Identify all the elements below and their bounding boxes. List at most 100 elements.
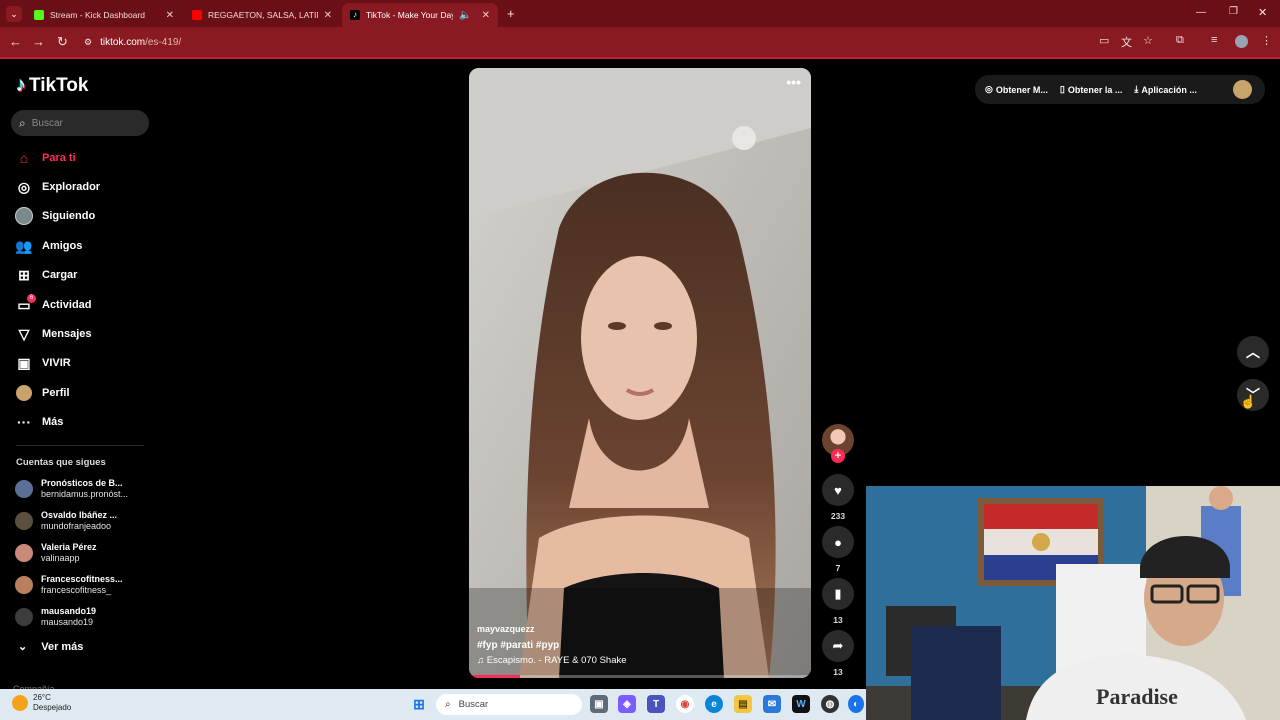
forward-icon[interactable]: → xyxy=(32,34,45,49)
nav-mas[interactable]: ··· Más xyxy=(15,411,63,433)
video-player[interactable]: ••• mayvazquezz #fyp #parati #pyp ♫ Esca… xyxy=(469,68,811,678)
tab-kick[interactable]: Stream - Kick Dashboard ✕ xyxy=(26,3,182,27)
windows-start-icon[interactable]: ⊞ xyxy=(410,695,428,713)
video-song[interactable]: ♫ Escapismo. - RAYE & 070 Shake xyxy=(477,655,627,666)
nav-amigos[interactable]: 👥 Amigos xyxy=(15,235,82,257)
activity-badge: 6 xyxy=(27,294,36,303)
edge-icon[interactable]: e xyxy=(705,695,723,713)
nav-cargar[interactable]: ⊞ Cargar xyxy=(15,264,77,286)
weather-widget[interactable]: 26°C Despejado xyxy=(12,693,71,713)
translate-icon[interactable]: 文 xyxy=(1121,34,1132,50)
coin-icon: ◎ xyxy=(985,84,993,94)
minimize-icon[interactable]: — xyxy=(1196,7,1206,18)
cast-icon[interactable]: ▭ xyxy=(1099,34,1109,47)
window-close-icon[interactable]: ✕ xyxy=(1258,6,1267,19)
share-button[interactable]: ➦ xyxy=(822,630,854,662)
user-avatar[interactable] xyxy=(1233,80,1252,99)
new-tab-button[interactable]: + xyxy=(507,6,515,21)
following-account[interactable]: Valeria Pérez valinaapp xyxy=(15,539,97,567)
video-more-options-icon[interactable]: ••• xyxy=(786,74,801,90)
top-action-label: Aplicación ... xyxy=(1141,84,1197,95)
sun-icon xyxy=(12,695,28,711)
tab-youtube[interactable]: REGGAETON, SALSA, LATIN HIT ✕ xyxy=(184,3,340,27)
nav-mensajes[interactable]: ▽ Mensajes xyxy=(15,323,92,345)
account-handle: valinaapp xyxy=(41,553,80,563)
avatar xyxy=(15,512,33,530)
close-icon[interactable]: ✕ xyxy=(482,10,490,21)
video-progress-bar[interactable] xyxy=(469,675,811,678)
teams-icon[interactable]: T xyxy=(647,695,665,713)
file-explorer-icon[interactable]: ▤ xyxy=(734,695,752,713)
get-coins-button[interactable]: ◎ Obtener M... xyxy=(985,84,1048,95)
avatar xyxy=(15,480,33,498)
previous-video-button[interactable]: ︿ xyxy=(1237,336,1269,368)
copilot-icon[interactable]: ◈ xyxy=(618,695,636,713)
avatar xyxy=(15,544,33,562)
comment-button[interactable]: ● xyxy=(822,526,854,558)
browser-icon[interactable]: ◐ xyxy=(848,695,864,713)
like-button[interactable]: ♥ xyxy=(822,474,854,506)
mail-icon[interactable]: ✉ xyxy=(763,695,781,713)
get-app-button[interactable]: ▯ Obtener la ... xyxy=(1060,84,1122,95)
account-handle: mundofranjeadoo xyxy=(41,521,112,531)
address-bar[interactable]: ⚙ tiktok.com/es-419/ xyxy=(84,33,1094,51)
following-account[interactable]: Pronósticos de B... bernidamus.pronóst... xyxy=(15,475,128,503)
nav-para-ti[interactable]: ⌂ Para ti xyxy=(15,147,76,169)
messages-icon: ▽ xyxy=(18,325,30,342)
save-button[interactable]: ▮ xyxy=(822,578,854,610)
account-name: Valeria Pérez xyxy=(41,542,97,552)
nav-label: Actividad xyxy=(42,299,92,311)
restore-icon[interactable]: ❐ xyxy=(1229,6,1238,17)
nav-label: Cargar xyxy=(42,269,78,281)
live-icon: ▣ xyxy=(17,354,31,371)
account-name: Francescofitness... xyxy=(41,574,123,584)
following-account[interactable]: Osvaldo Ibáñez ... mundofranjeadoo xyxy=(15,507,117,535)
site-info-icon[interactable]: ⚙ xyxy=(84,37,92,48)
account-handle: mausando19 xyxy=(41,617,94,627)
following-account[interactable]: mausando19 mausando19 xyxy=(15,603,96,631)
compass-icon: ◎ xyxy=(17,178,31,195)
tab-list-chevron-icon[interactable]: ⌄ xyxy=(6,6,22,22)
obs-icon[interactable]: ◍ xyxy=(821,695,839,713)
nav-siguiendo[interactable]: Siguiendo xyxy=(15,205,95,227)
nav-perfil[interactable]: Perfil xyxy=(15,382,70,404)
follow-plus-icon[interactable]: + xyxy=(831,449,845,463)
task-view-icon[interactable]: ▣ xyxy=(590,695,608,713)
tab-title: Stream - Kick Dashboard xyxy=(50,10,145,20)
tiktok-logo[interactable]: ♪ TikTok xyxy=(16,74,88,97)
bookmark-star-icon[interactable]: ☆ xyxy=(1143,34,1153,47)
tab-tiktok[interactable]: ♪ TikTok - Make Your Day 🔈 ✕ xyxy=(342,3,498,27)
see-more-button[interactable]: ⌄ Ver más xyxy=(18,640,83,654)
account-handle: bernidamus.pronóst... xyxy=(41,489,129,499)
menu-icon[interactable]: ⋮ xyxy=(1261,34,1272,47)
desktop-app-button[interactable]: ⤓ Aplicación ... xyxy=(1134,84,1197,95)
app-icon[interactable]: W xyxy=(792,695,810,713)
media-icon[interactable]: ≡ xyxy=(1211,34,1217,46)
taskbar-search-input[interactable]: ⌕ Buscar xyxy=(436,694,582,715)
nav-explorador[interactable]: ◎ Explorador xyxy=(15,176,100,198)
nav-vivir[interactable]: ▣ VIVIR xyxy=(15,352,70,374)
following-avatar-icon xyxy=(15,207,33,225)
video-username[interactable]: mayvazquezz xyxy=(477,624,535,634)
music-note-icon: ♫ xyxy=(477,655,487,666)
reload-icon[interactable]: ↻ xyxy=(57,34,68,50)
search-placeholder: Buscar xyxy=(31,117,63,129)
chevron-down-icon: ⌄ xyxy=(18,641,28,653)
nav-label: Mensajes xyxy=(42,328,92,340)
sidebar-divider xyxy=(16,445,144,446)
tiktok-icon: ♪ xyxy=(350,10,360,20)
back-icon[interactable]: ← xyxy=(9,34,22,49)
following-account[interactable]: Francescofitness... francescofitness_ xyxy=(15,571,123,599)
close-icon[interactable]: ✕ xyxy=(166,10,174,21)
search-input[interactable]: ⌕ Buscar xyxy=(11,110,149,136)
speaker-icon[interactable]: 🔈 xyxy=(459,10,471,21)
chrome-icon[interactable]: ◉ xyxy=(676,695,694,713)
weather-temp: 26°C xyxy=(33,693,51,702)
browser-tab-strip: ⌄ Stream - Kick Dashboard ✕ REGGAETON, S… xyxy=(0,0,1280,27)
extensions-icon[interactable]: ⧉ xyxy=(1176,34,1184,47)
avatar xyxy=(15,608,33,626)
close-icon[interactable]: ✕ xyxy=(324,10,332,21)
profile-avatar[interactable] xyxy=(1235,35,1248,48)
url-path: /es-419/ xyxy=(145,36,182,48)
video-hashtags[interactable]: #fyp #parati #pyp xyxy=(477,640,559,651)
